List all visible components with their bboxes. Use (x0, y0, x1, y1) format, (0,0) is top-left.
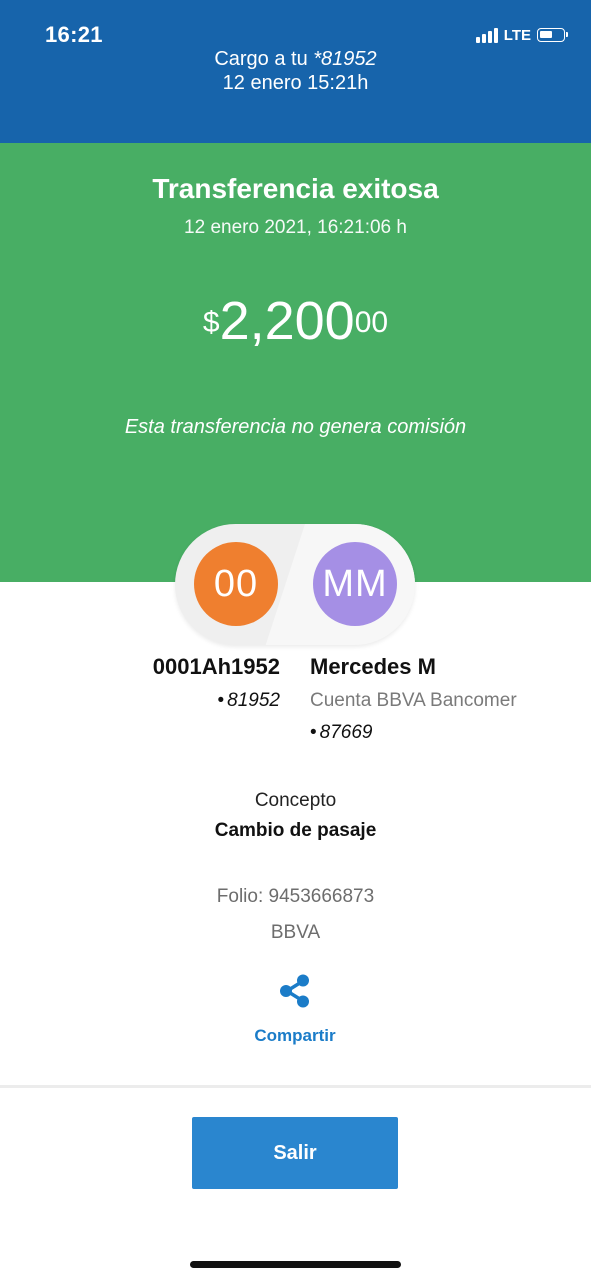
sender-info: 0001Ah1952 • 81952 (153, 654, 280, 712)
share-label: Compartir (254, 1026, 336, 1045)
status-time: 16:21 (45, 22, 103, 47)
amount-currency: $ (202, 306, 220, 339)
folio-number: Folio: 9453666873 (216, 886, 375, 907)
battery-icon (537, 28, 568, 42)
recipient-info: Mercedes M Cuenta BBVA Bancomer • 87669 (310, 654, 517, 744)
sender-avatar: 00 (194, 542, 278, 626)
commission-note: Esta transferencia no genera comisión (124, 416, 467, 438)
success-panel: Transferencia exitosa 12 enero 2021, 16:… (0, 143, 591, 582)
sender-recipient-avatars: 00 MM (175, 524, 415, 645)
recipient-account: • 87669 (310, 722, 373, 743)
recipient-bank: Cuenta BBVA Bancomer (310, 690, 517, 711)
charge-date: 12 enero 15:21h (222, 72, 369, 94)
transfer-datetime: 12 enero 2021, 16:21:06 h (184, 217, 407, 238)
charge-account-line: Cargo a tu *81952 (0, 47, 591, 71)
bank-name: BBVA (270, 922, 321, 943)
transfer-amount: $2,20000 (0, 291, 591, 365)
charge-prefix: Cargo a tu (214, 48, 308, 70)
recipient-name: Mercedes M (310, 654, 436, 679)
share-button[interactable]: Compartir (235, 972, 355, 1052)
amount-main: 2,200 (219, 291, 355, 351)
footer-divider (0, 1085, 591, 1088)
share-icon (280, 974, 309, 1008)
concept-label: Concepto (254, 790, 337, 811)
success-title: Transferencia exitosa (152, 173, 439, 204)
charge-account: *81952 (313, 48, 377, 70)
network-label: LTE (503, 26, 531, 44)
recipient-avatar: MM (313, 542, 397, 626)
signal-icon (475, 27, 498, 43)
status-indicators: LTE (475, 25, 568, 45)
top-header: 16:21 LTE Cargo a tu *81952 12 enero 15:… (0, 0, 591, 143)
exit-button[interactable]: Salir (192, 1117, 398, 1189)
sender-name: 0001Ah1952 (152, 654, 280, 679)
amount-cents: 00 (354, 306, 389, 339)
home-indicator[interactable] (190, 1261, 401, 1268)
sender-account: • 81952 (217, 690, 281, 711)
concept-value: Cambio de pasaje (214, 820, 377, 841)
